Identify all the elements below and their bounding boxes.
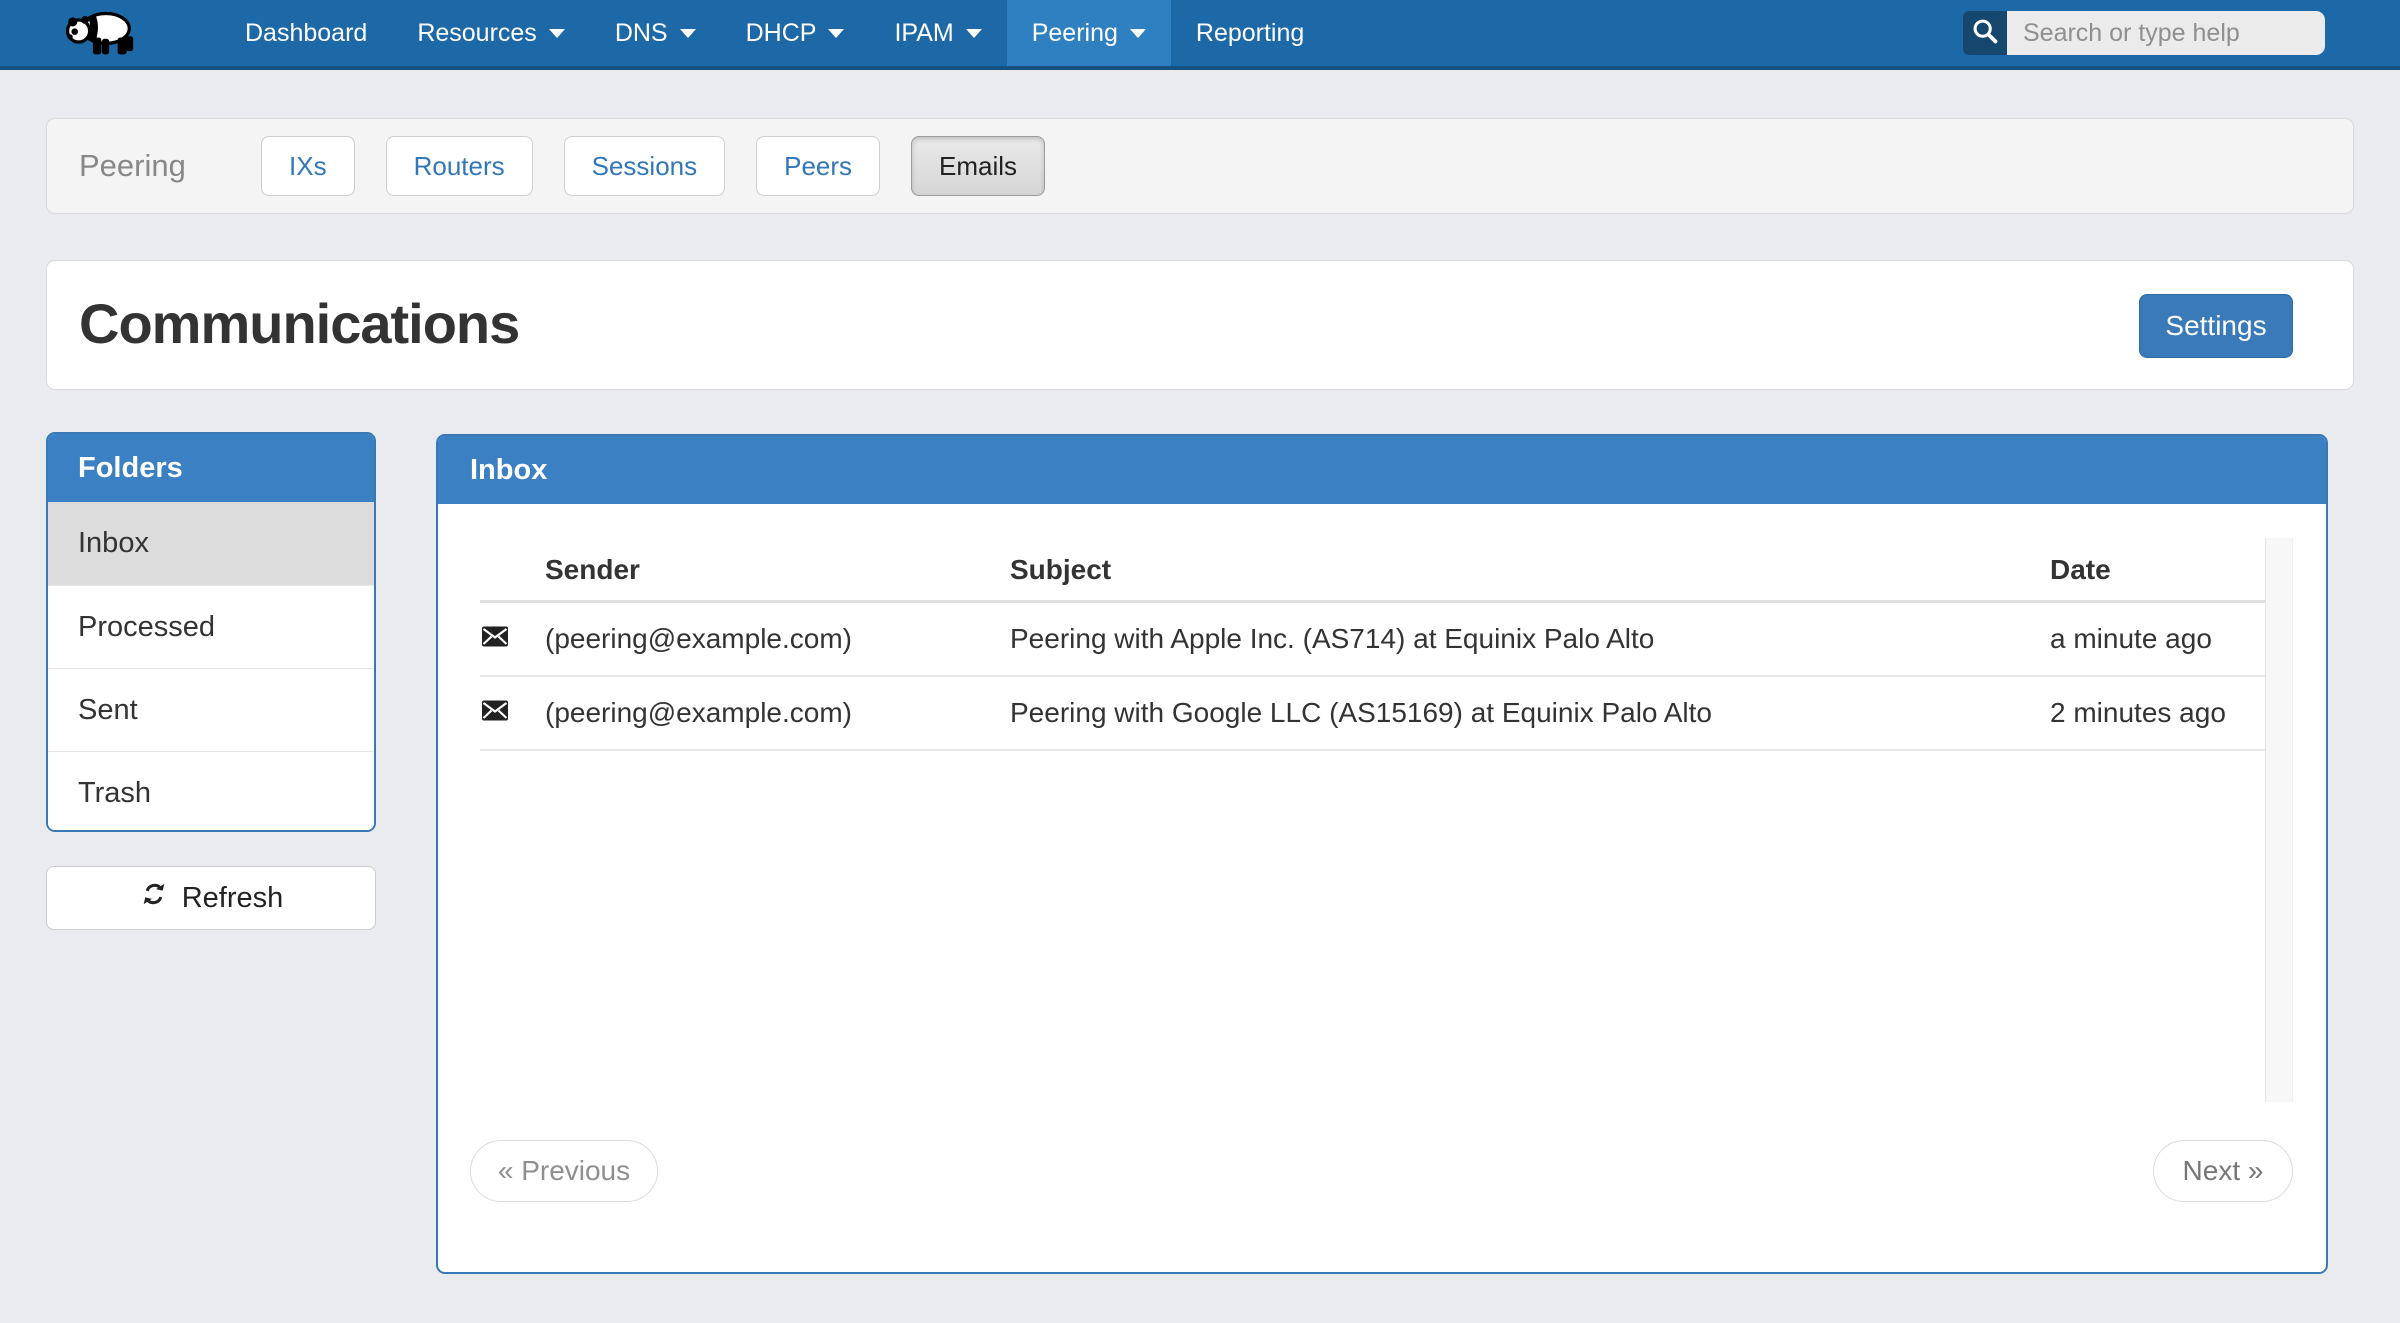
mail-subject: Peering with Google LLC (AS15169) at Equ… xyxy=(1010,697,1712,729)
global-search xyxy=(1963,11,2325,55)
folder-label: Processed xyxy=(78,611,215,644)
caret-down-icon xyxy=(1130,29,1146,38)
mail-date: a minute ago xyxy=(2050,623,2212,655)
nav-label: Resources xyxy=(417,19,537,48)
button-label: Emails xyxy=(939,151,1017,182)
settings-button[interactable]: Settings xyxy=(2139,294,2293,358)
search-input[interactable] xyxy=(2007,11,2325,55)
mail-sender: (peering@example.com) xyxy=(545,623,852,655)
envelope-icon xyxy=(482,701,508,726)
column-header-sender: Sender xyxy=(545,554,640,586)
routers-button[interactable]: Routers xyxy=(386,136,533,196)
folder-label: Sent xyxy=(78,694,138,727)
communications-card: Communications Settings xyxy=(46,260,2354,390)
button-label: Routers xyxy=(414,151,505,182)
next-page-button[interactable]: Next » xyxy=(2153,1140,2293,1202)
nav-label: DHCP xyxy=(746,19,817,48)
button-label: Refresh xyxy=(182,882,284,915)
caret-down-icon xyxy=(828,29,844,38)
nav-item-dns[interactable]: DNS xyxy=(590,0,721,66)
inbox-panel-header: Inbox xyxy=(438,436,2326,504)
folder-item-sent[interactable]: Sent xyxy=(48,668,374,751)
caret-down-icon xyxy=(680,29,696,38)
nav-label: Peering xyxy=(1032,19,1118,48)
nav-label: IPAM xyxy=(894,19,953,48)
panda-logo-icon xyxy=(52,5,152,62)
nav-item-resources[interactable]: Resources xyxy=(392,0,590,66)
mail-date: 2 minutes ago xyxy=(2050,697,2226,729)
nav-label: DNS xyxy=(615,19,668,48)
inbox-body: Sender Subject Date (peering@example.com… xyxy=(438,504,2326,1274)
nav-item-reporting[interactable]: Reporting xyxy=(1171,0,1329,66)
ixs-button[interactable]: IXs xyxy=(261,136,355,196)
inbox-panel: Inbox Sender Subject Date (peering@examp… xyxy=(436,434,2328,1274)
sessions-button[interactable]: Sessions xyxy=(564,136,726,196)
folder-item-processed[interactable]: Processed xyxy=(48,585,374,668)
peering-subnav: Peering IXs Routers Sessions Peers Email… xyxy=(46,118,2354,214)
application-root: Dashboard Resources DNS DHCP IPAM Peerin… xyxy=(0,0,2400,1323)
mail-subject: Peering with Apple Inc. (AS714) at Equin… xyxy=(1010,623,1654,655)
search-addon xyxy=(1963,11,2007,55)
app-logo[interactable] xyxy=(52,0,152,66)
button-label: « Previous xyxy=(498,1155,630,1187)
inbox-scrollbar-track[interactable] xyxy=(2265,538,2293,1102)
nav-label: Reporting xyxy=(1196,19,1304,48)
folders-panel-header: Folders xyxy=(48,434,374,502)
nav-item-peering[interactable]: Peering xyxy=(1007,0,1171,66)
previous-page-button[interactable]: « Previous xyxy=(470,1140,658,1202)
folder-label: Inbox xyxy=(78,527,149,560)
button-label: Settings xyxy=(2165,310,2266,342)
caret-down-icon xyxy=(549,29,565,38)
table-row[interactable]: (peering@example.com) Peering with Apple… xyxy=(480,603,2265,677)
table-row[interactable]: (peering@example.com) Peering with Googl… xyxy=(480,677,2265,751)
folder-label: Trash xyxy=(78,777,151,810)
button-label: Peers xyxy=(784,151,852,182)
button-label: Next » xyxy=(2183,1155,2264,1187)
refresh-button[interactable]: Refresh xyxy=(46,866,376,930)
top-navbar: Dashboard Resources DNS DHCP IPAM Peerin… xyxy=(0,0,2400,70)
nav-item-dhcp[interactable]: DHCP xyxy=(721,0,870,66)
folder-item-trash[interactable]: Trash xyxy=(48,751,374,832)
subnav-title: Peering xyxy=(79,148,247,184)
nav-label: Dashboard xyxy=(245,19,367,48)
search-icon xyxy=(1971,17,1999,50)
emails-button[interactable]: Emails xyxy=(911,136,1045,196)
column-header-subject: Subject xyxy=(1010,554,1111,586)
subnav-buttons: IXs Routers Sessions Peers Emails xyxy=(261,136,1045,196)
refresh-icon xyxy=(139,879,169,917)
main-navigation: Dashboard Resources DNS DHCP IPAM Peerin… xyxy=(220,0,1329,66)
button-label: Sessions xyxy=(592,151,698,182)
nav-item-ipam[interactable]: IPAM xyxy=(869,0,1006,66)
column-header-date: Date xyxy=(2050,554,2111,586)
mail-sender: (peering@example.com) xyxy=(545,697,852,729)
button-label: IXs xyxy=(289,151,327,182)
table-header-row: Sender Subject Date xyxy=(438,554,2326,600)
page-title: Communications xyxy=(79,291,519,356)
folder-item-inbox[interactable]: Inbox xyxy=(48,502,374,585)
peers-button[interactable]: Peers xyxy=(756,136,880,196)
nav-item-dashboard[interactable]: Dashboard xyxy=(220,0,392,66)
envelope-icon xyxy=(482,627,508,652)
caret-down-icon xyxy=(966,29,982,38)
folders-panel: Folders Inbox Processed Sent Trash xyxy=(46,432,376,832)
